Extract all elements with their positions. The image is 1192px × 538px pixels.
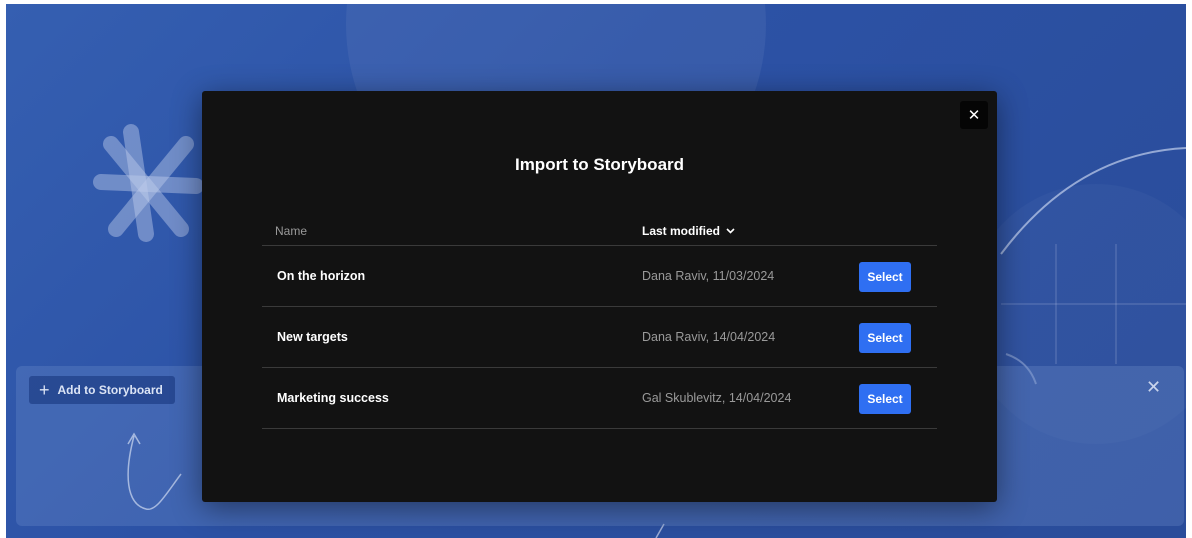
asterisk-decoration [93,124,204,242]
row-name: New targets [277,330,348,344]
close-dialog-button[interactable]: ✕ [960,101,988,129]
plus-icon: + [39,380,50,400]
table-row: On the horizon Dana Raviv, 11/03/2024 Se… [262,246,937,307]
import-dialog: ✕ Import to Storyboard Name Last modifie… [202,91,997,502]
arc-decoration [1000,147,1186,255]
table-row: New targets Dana Raviv, 14/04/2024 Selec… [262,307,937,368]
select-button[interactable]: Select [859,262,911,292]
chevron-down-icon [726,225,735,237]
row-name: Marketing success [277,391,389,405]
column-header-last-modified[interactable]: Last modified [642,224,735,238]
add-to-storyboard-label: Add to Storyboard [57,383,163,397]
column-header-name[interactable]: Name [262,224,642,238]
select-button[interactable]: Select [859,384,911,414]
close-icon[interactable]: ✕ [1146,378,1161,396]
row-last-modified: Gal Skublevitz, 14/04/2024 [642,391,792,405]
column-header-last-modified-label: Last modified [642,223,721,238]
select-button[interactable]: Select [859,323,911,353]
table-header: Name Last modified [262,216,937,246]
table-row: Marketing success Gal Skublevitz, 14/04/… [262,368,937,429]
storyboard-table: Name Last modified On the horizon Dana R… [262,216,937,429]
row-last-modified: Dana Raviv, 14/04/2024 [642,330,776,344]
dialog-title: Import to Storyboard [514,155,685,174]
add-to-storyboard-button[interactable]: + Add to Storyboard [29,376,175,404]
row-name: On the horizon [277,269,366,283]
row-last-modified: Dana Raviv, 11/03/2024 [642,269,775,283]
